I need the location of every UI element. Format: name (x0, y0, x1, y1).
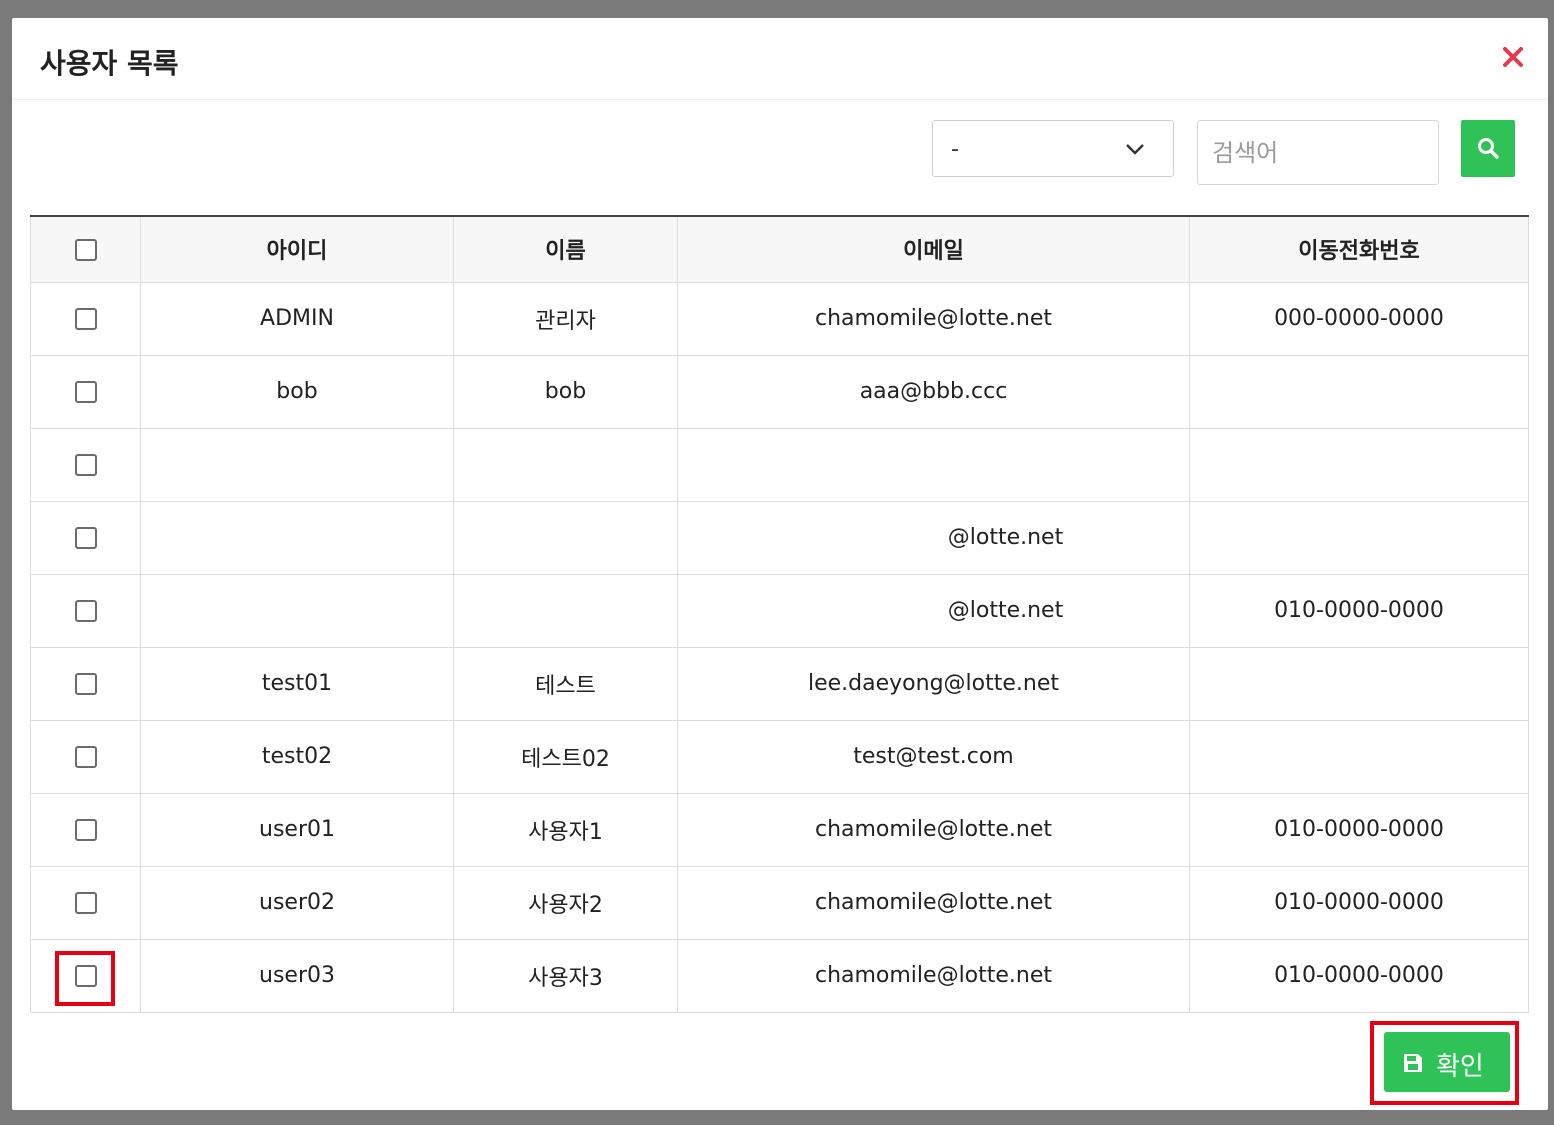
row-select-cell (30, 938, 141, 1013)
table-row[interactable]: user02 사용자2 chamomile@lotte.net 010-0000… (30, 865, 1529, 940)
row-select-cell (30, 427, 141, 502)
user-table-container: 아이디 이름 이메일 이동전화번호 ADMIN 관리자 chamomile@lo… (30, 215, 1529, 1013)
modal-title: 사용자 목록 (40, 47, 179, 80)
search-toolbar: - (12, 118, 1548, 188)
email-text: @lotte.net (947, 525, 1064, 550)
cell-email (677, 427, 1190, 502)
cell-name: 사용자3 (453, 938, 678, 1013)
user-table: 아이디 이름 이메일 이동전화번호 ADMIN 관리자 chamomile@lo… (30, 215, 1529, 1013)
cell-phone (1189, 646, 1529, 721)
search-input[interactable] (1197, 120, 1439, 185)
cell-email: chamomile@lotte.net (677, 938, 1190, 1013)
search-type-value: - (951, 137, 959, 162)
row-select-cell (30, 719, 141, 794)
search-button[interactable] (1461, 120, 1515, 177)
row-checkbox[interactable] (74, 308, 97, 330)
row-checkbox[interactable] (74, 600, 97, 622)
close-button[interactable] (1500, 44, 1526, 70)
save-icon (1404, 1054, 1422, 1072)
table-row[interactable]: @lotte.net (30, 500, 1529, 575)
user-list-modal: 사용자 목록 - 검색어 아이디 이름 이메일 이동전화번호 ADMIN 관리자… (12, 18, 1548, 1110)
column-header-phone: 이동전화번호 (1189, 215, 1529, 283)
table-row[interactable]: user01 사용자1 chamomile@lotte.net 010-0000… (30, 792, 1529, 867)
cell-phone (1189, 427, 1529, 502)
row-checkbox[interactable] (74, 819, 97, 841)
table-row[interactable] (30, 427, 1529, 502)
cell-name (453, 500, 678, 575)
cell-phone: 000-0000-0000 (1189, 281, 1529, 356)
cell-phone (1189, 719, 1529, 794)
cell-name: bob (453, 354, 678, 429)
cell-phone: 010-0000-0000 (1189, 573, 1529, 648)
row-select-cell (30, 281, 141, 356)
row-select-cell (30, 500, 141, 575)
cell-id: test02 (140, 719, 454, 794)
row-select-cell (30, 646, 141, 721)
cell-phone (1189, 354, 1529, 429)
column-header-name: 이름 (453, 215, 678, 283)
cell-id: user02 (140, 865, 454, 940)
modal-header: 사용자 목록 (12, 18, 1548, 100)
close-icon (1503, 47, 1523, 67)
row-checkbox[interactable] (74, 454, 97, 476)
cell-email: test@test.com (677, 719, 1190, 794)
table-row[interactable]: test02 테스트02 test@test.com (30, 719, 1529, 794)
select-all-header (30, 215, 141, 283)
row-select-cell (30, 573, 141, 648)
table-row[interactable]: user03 사용자3 chamomile@lotte.net 010-0000… (30, 938, 1529, 1013)
cell-id: test01 (140, 646, 454, 721)
confirm-button[interactable]: 확인 (1384, 1032, 1510, 1092)
cell-name: 테스트02 (453, 719, 678, 794)
row-checkbox[interactable] (74, 746, 97, 768)
cell-id (140, 573, 454, 648)
cell-id: bob (140, 354, 454, 429)
cell-email: @lotte.net (677, 500, 1190, 575)
cell-name (453, 427, 678, 502)
row-select-cell (30, 792, 141, 867)
table-row[interactable]: bob bob aaa@bbb.ccc (30, 354, 1529, 429)
row-checkbox[interactable] (74, 527, 97, 549)
row-checkbox[interactable] (74, 892, 97, 914)
cell-email: @lotte.net (677, 573, 1190, 648)
row-checkbox[interactable] (74, 673, 97, 695)
cell-phone: 010-0000-0000 (1189, 938, 1529, 1013)
table-row[interactable]: ADMIN 관리자 chamomile@lotte.net 000-0000-0… (30, 281, 1529, 356)
cell-email: chamomile@lotte.net (677, 865, 1190, 940)
confirm-button-label: 확인 (1436, 1052, 1484, 1082)
cell-phone: 010-0000-0000 (1189, 865, 1529, 940)
select-all-checkbox[interactable] (74, 238, 97, 261)
table-header-row: 아이디 이름 이메일 이동전화번호 (30, 215, 1529, 283)
cell-id (140, 427, 454, 502)
cell-phone: 010-0000-0000 (1189, 792, 1529, 867)
row-checkbox[interactable] (74, 965, 97, 987)
search-type-select[interactable]: - (932, 120, 1174, 177)
cell-email: aaa@bbb.ccc (677, 354, 1190, 429)
cell-name: 관리자 (453, 281, 678, 356)
cell-name: 사용자2 (453, 865, 678, 940)
cell-email: chamomile@lotte.net (677, 792, 1190, 867)
row-checkbox[interactable] (74, 381, 97, 403)
email-text: @lotte.net (947, 598, 1064, 623)
column-header-email: 이메일 (677, 215, 1190, 283)
chevron-down-icon (1126, 144, 1144, 155)
cell-name: 테스트 (453, 646, 678, 721)
cell-name: 사용자1 (453, 792, 678, 867)
search-icon (1478, 138, 1499, 159)
column-header-id: 아이디 (140, 215, 454, 283)
row-select-cell (30, 354, 141, 429)
cell-name (453, 573, 678, 648)
table-row[interactable]: test01 테스트 lee.daeyong@lotte.net (30, 646, 1529, 721)
table-row[interactable]: @lotte.net 010-0000-0000 (30, 573, 1529, 648)
cell-id: user03 (140, 938, 454, 1013)
cell-id (140, 500, 454, 575)
cell-id: ADMIN (140, 281, 454, 356)
cell-email: lee.daeyong@lotte.net (677, 646, 1190, 721)
cell-email: chamomile@lotte.net (677, 281, 1190, 356)
row-select-cell (30, 865, 141, 940)
cell-phone (1189, 500, 1529, 575)
cell-id: user01 (140, 792, 454, 867)
